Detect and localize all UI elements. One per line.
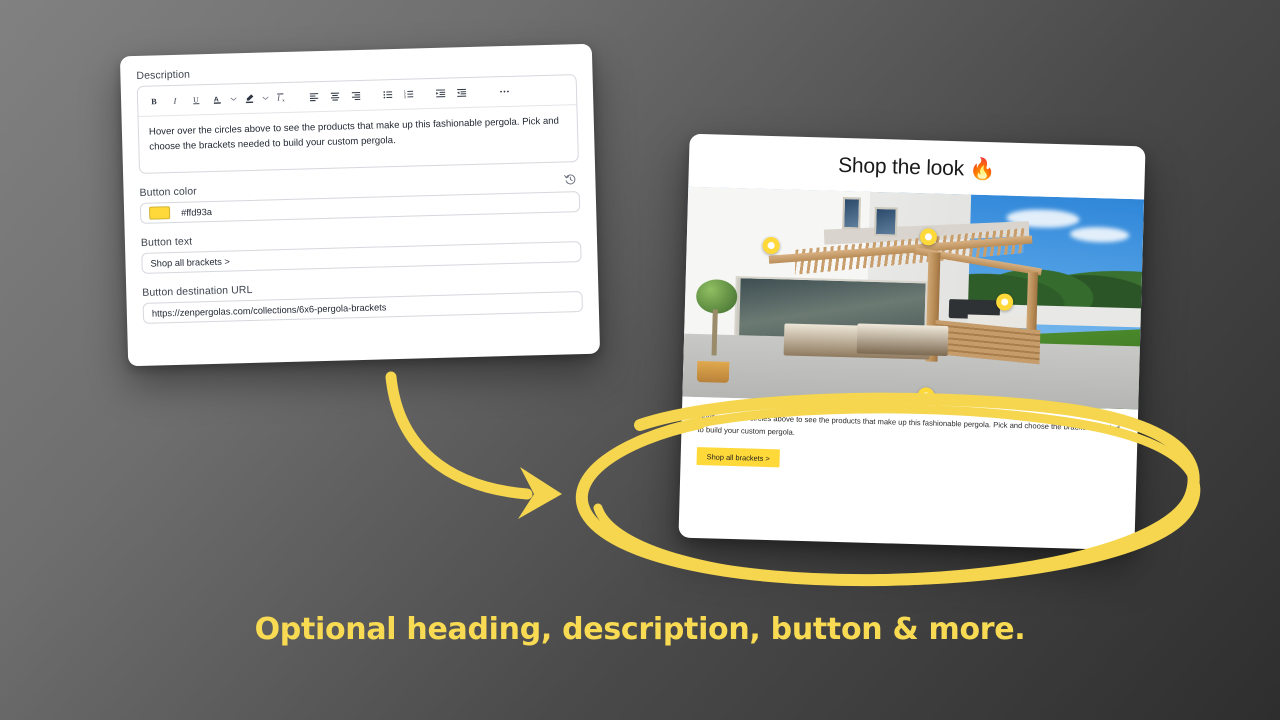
- button-url-field: Button destination URL https://zenpergol…: [142, 275, 583, 325]
- svg-text:I: I: [276, 93, 280, 102]
- screenshot-stage: Description B I U A I x 1 2 3 Hover over…: [0, 0, 1280, 720]
- italic-icon[interactable]: I: [165, 89, 187, 112]
- caption-text: Optional heading, description, button & …: [254, 612, 1026, 647]
- hotspot-pergola-center[interactable]: [919, 227, 938, 246]
- description-textarea[interactable]: Hover over the circles above to see the …: [139, 105, 578, 173]
- align-left-icon[interactable]: [303, 85, 325, 108]
- shop-all-brackets-button[interactable]: Shop all brackets >: [696, 447, 781, 468]
- decrease-indent-icon[interactable]: [451, 81, 473, 104]
- highlight-chevron-down-icon[interactable]: [260, 94, 271, 101]
- button-color-value: #ffd93a: [181, 206, 213, 218]
- svg-text:x: x: [282, 98, 285, 103]
- description-rich-text-editor[interactable]: B I U A I x 1 2 3 Hover over the circles…: [136, 74, 579, 175]
- button-color-field: Button color #ffd93a: [139, 172, 581, 225]
- svg-text:3: 3: [403, 95, 405, 99]
- storefront-preview-card: Shop the look 🔥 Hover over the circles a…: [678, 133, 1146, 551]
- color-swatch-preview[interactable]: [148, 206, 171, 220]
- more-options-icon[interactable]: [494, 80, 516, 103]
- svg-text:I: I: [172, 96, 177, 105]
- numbered-list-icon[interactable]: 123: [398, 83, 420, 106]
- align-right-icon[interactable]: [345, 84, 367, 107]
- underline-icon[interactable]: U: [186, 89, 208, 112]
- bulleted-list-icon[interactable]: [377, 83, 399, 106]
- topiary-pot: [696, 361, 729, 384]
- settings-panel: Description B I U A I x 1 2 3 Hover over…: [119, 43, 601, 367]
- history-revert-icon[interactable]: [563, 172, 577, 186]
- svg-text:U: U: [193, 95, 199, 104]
- button-text-field: Button text Shop all brackets >: [141, 225, 582, 275]
- curved-arrow-right-icon: [385, 371, 562, 519]
- highlight-color-icon[interactable]: [239, 87, 261, 110]
- upper-window: [842, 197, 862, 230]
- bold-icon[interactable]: B: [144, 90, 166, 113]
- patio-sofa: [856, 323, 949, 356]
- pergola-hero-image: [682, 186, 1145, 410]
- hotspot-pergola-right[interactable]: [995, 292, 1014, 311]
- svg-text:B: B: [151, 97, 157, 106]
- text-color-chevron-down-icon[interactable]: [228, 95, 239, 102]
- clear-formatting-icon[interactable]: Ix: [271, 86, 293, 109]
- align-center-icon[interactable]: [324, 85, 346, 108]
- text-color-icon[interactable]: A: [207, 88, 229, 111]
- increase-indent-icon[interactable]: [430, 82, 452, 105]
- upper-window: [873, 206, 898, 237]
